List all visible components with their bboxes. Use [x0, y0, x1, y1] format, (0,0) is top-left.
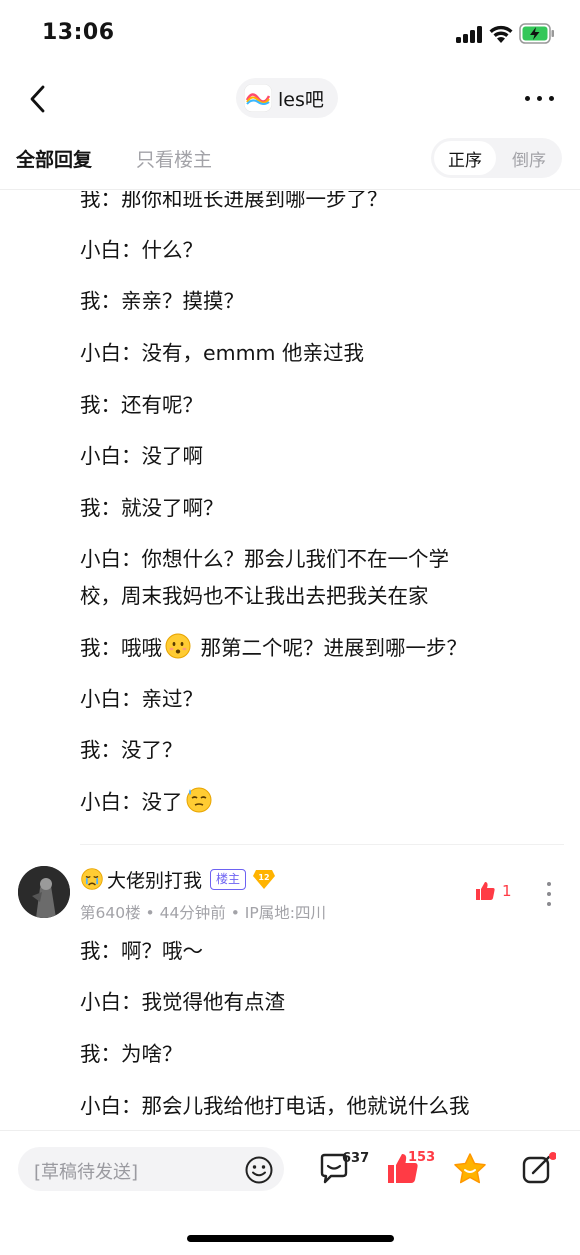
- host-badge: 楼主: [210, 868, 247, 890]
- thumbs-up-icon: [476, 882, 495, 900]
- forum-name: les吧: [278, 88, 324, 111]
- message-line: 小白：那会儿我给他打电话，他就说什么我: [80, 1094, 470, 1118]
- comment-count: 637: [342, 1151, 370, 1166]
- message-line: 我：亲亲？摸摸？: [80, 289, 244, 313]
- crying-face-icon: [81, 868, 103, 890]
- order-asc-button[interactable]: 正序: [434, 141, 496, 175]
- like-count: 153: [408, 1150, 436, 1165]
- signal-icon: [456, 26, 484, 43]
- tab-host-only[interactable]: 只看楼主: [136, 145, 212, 172]
- tab-all-replies[interactable]: 全部回复: [16, 145, 92, 172]
- message-text: 我：哦哦: [80, 636, 162, 660]
- battery-icon: [519, 23, 554, 44]
- message-line: 我：没了？: [80, 738, 183, 762]
- forum-logo-icon: [244, 84, 272, 112]
- message-line: 小白：什么？: [80, 238, 203, 262]
- filter-bar: 全部回复 只看楼主 正序 倒序: [0, 130, 580, 190]
- message-line: 小白：你想什么？那会儿我们不在一个学: [80, 547, 449, 571]
- avatar[interactable]: [18, 866, 70, 918]
- order-toggle: 正序 倒序: [431, 138, 562, 178]
- level-badge: 12: [253, 870, 276, 889]
- post-user-row: 大佬别打我 楼主 12: [80, 864, 276, 894]
- message-line: 小白：亲过？: [80, 687, 203, 711]
- message-line: 小白：没了啊: [80, 444, 203, 468]
- message-line: 我：为啥？: [80, 1042, 183, 1066]
- post-like-button[interactable]: 1: [474, 880, 512, 902]
- level-text: 12: [258, 873, 269, 882]
- sweat-face-icon: [186, 787, 211, 813]
- message-line: 我：哦哦 那第二个呢？进展到哪一步？: [80, 630, 550, 667]
- more-icon[interactable]: [522, 86, 556, 110]
- message-text: 小白：没了: [80, 790, 183, 814]
- star-icon[interactable]: [452, 1151, 488, 1187]
- message-line: 我：还有呢？: [80, 393, 203, 417]
- message-line: 我：就没了啊？: [80, 496, 224, 520]
- home-indicator: [187, 1235, 394, 1242]
- order-desc-button[interactable]: 倒序: [499, 141, 559, 175]
- message-line: 小白：没有，emmm 他亲过我: [80, 341, 365, 365]
- hushed-face-icon: [165, 633, 191, 659]
- post-like-count: 1: [502, 882, 512, 900]
- reply-input-placeholder: [草稿待发送]: [34, 1162, 139, 1183]
- back-icon[interactable]: [24, 82, 52, 116]
- nav-header: les吧: [0, 70, 580, 130]
- user-name[interactable]: 大佬别打我: [107, 866, 202, 893]
- message-text: 那第二个呢？进展到哪一步？: [200, 636, 468, 660]
- post-meta: 第640楼 • 44分钟前 • IP属地:四川: [80, 904, 326, 922]
- post-more-icon[interactable]: [544, 882, 554, 906]
- message-line: 小白：我觉得他有点渣: [80, 990, 285, 1014]
- message-line: 小白：没了: [80, 784, 550, 821]
- status-time: 13:06: [42, 20, 115, 45]
- status-bar: 13:06: [0, 0, 580, 70]
- post-divider: [80, 844, 564, 845]
- message-line: 我：那你和班长进展到哪一步了？: [80, 191, 388, 211]
- wifi-icon: [489, 25, 513, 43]
- thread-content: 我：那你和班长进展到哪一步了？ 小白：什么？ 我：亲亲？摸摸？ 小白：没有，em…: [0, 191, 580, 1130]
- share-icon[interactable]: [520, 1151, 556, 1187]
- message-line: 我：啊？哦～: [80, 939, 203, 963]
- reply-input[interactable]: [草稿待发送]: [18, 1147, 284, 1191]
- message-line: 校，周末我妈也不让我出去把我关在家: [80, 584, 429, 608]
- forum-title-pill[interactable]: les吧: [236, 78, 338, 118]
- smile-icon[interactable]: [244, 1155, 274, 1185]
